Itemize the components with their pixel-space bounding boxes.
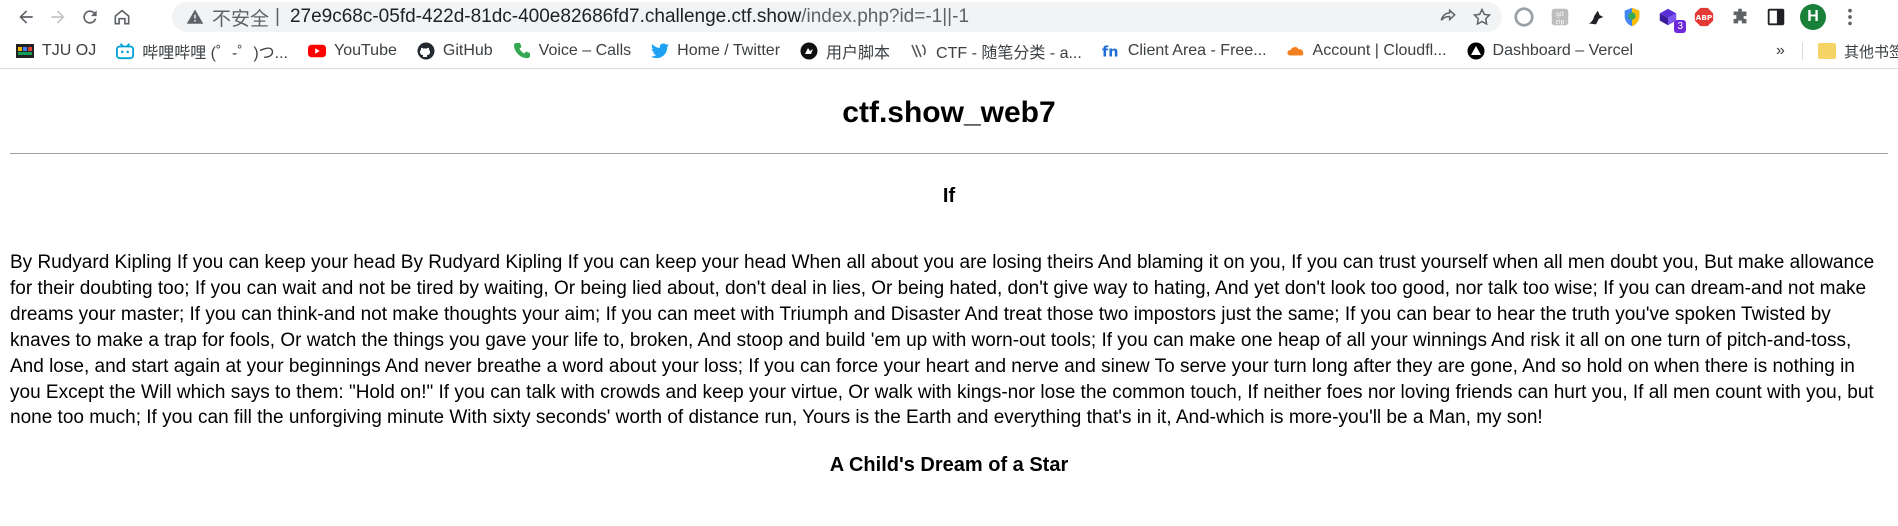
forward-button[interactable] bbox=[42, 1, 74, 33]
github-icon bbox=[417, 42, 435, 60]
arrow-left-icon bbox=[19, 10, 33, 24]
bookmark-label: Voice – Calls bbox=[538, 42, 632, 59]
extension-badge: 3 bbox=[1674, 20, 1686, 33]
kebab-menu-icon[interactable] bbox=[1838, 5, 1862, 29]
bookmark-label: Client Area - Free... bbox=[1127, 42, 1267, 59]
next-article-title: A Child's Dream of a Star bbox=[829, 454, 1069, 477]
chrome-circle-icon[interactable] bbox=[1512, 5, 1536, 29]
bookmark-client-area[interactable]: fn Client Area - Free... bbox=[1102, 42, 1267, 60]
bookmarks-bar: TJU OJ 哔哩哔哩 (゜-゜)つ... YouTube GitHub Voi… bbox=[0, 34, 1898, 69]
cnblogs-icon bbox=[910, 42, 928, 60]
home-icon bbox=[114, 9, 130, 25]
page-content: ctf.show_web7 If By Rudyard Kipling If y… bbox=[0, 69, 1898, 477]
bookmark-tju-oj[interactable]: TJU OJ bbox=[16, 42, 96, 60]
article-title: If bbox=[942, 185, 956, 207]
url-path: /index.php?id=-1||-1 bbox=[801, 6, 970, 27]
bookmark-other-folder[interactable]: 其他书签 bbox=[1818, 34, 1898, 68]
address-bar[interactable]: 不安全 | 27e9c68c-05fd-422d-81dc-400e82686f… bbox=[172, 2, 1502, 32]
bookmark-label: Home / Twitter bbox=[677, 42, 781, 59]
bookmark-label: Dashboard – Vercel bbox=[1492, 42, 1634, 59]
bookmark-vercel[interactable]: Dashboard – Vercel bbox=[1467, 42, 1634, 60]
vercel-icon bbox=[1467, 42, 1485, 60]
twitter-icon bbox=[651, 42, 670, 60]
reload-icon bbox=[83, 10, 97, 24]
profile-avatar[interactable]: H bbox=[1800, 4, 1826, 30]
bookmark-label: YouTube bbox=[334, 42, 397, 59]
warning-triangle-icon bbox=[186, 8, 204, 26]
reload-button[interactable] bbox=[74, 1, 106, 33]
extensions-puzzle-icon[interactable] bbox=[1728, 5, 1752, 29]
fn-icon: fn bbox=[1102, 42, 1120, 60]
back-button[interactable] bbox=[10, 1, 42, 33]
title-divider bbox=[10, 153, 1888, 154]
bookmark-bilibili[interactable]: 哔哩哔哩 (゜-゜)つ... bbox=[116, 39, 288, 63]
bookmark-label: TJU OJ bbox=[42, 42, 97, 59]
bookmark-cloudflare[interactable]: Account | Cloudfl... bbox=[1286, 42, 1447, 60]
folder-icon bbox=[1818, 43, 1836, 59]
bookmark-userscripts[interactable]: 用户脚本 bbox=[800, 39, 890, 63]
browser-toolbar: 不安全 | 27e9c68c-05fd-422d-81dc-400e82686f… bbox=[0, 0, 1898, 34]
gitzip-icon[interactable]: git zip bbox=[1548, 5, 1572, 29]
extensions-area: git zip 3 ABP H bbox=[1512, 2, 1862, 33]
svg-text:ABP: ABP bbox=[1696, 13, 1713, 22]
security-separator: | bbox=[275, 6, 280, 27]
bookmark-label: Account | Cloudfl... bbox=[1312, 42, 1447, 59]
url-text[interactable]: 27e9c68c-05fd-422d-81dc-400e82686fd7.cha… bbox=[290, 6, 969, 28]
security-label[interactable]: 不安全 bbox=[212, 4, 269, 31]
page-title: ctf.show_web7 bbox=[842, 96, 1056, 129]
bookmarks-divider bbox=[1802, 42, 1803, 60]
bookmark-label: CTF - 随笔分类 - a... bbox=[936, 45, 1082, 62]
youtube-icon bbox=[308, 42, 326, 60]
share-icon[interactable] bbox=[1438, 7, 1458, 27]
bookmark-twitter[interactable]: Home / Twitter bbox=[651, 42, 780, 60]
tampermonkey-bird-icon[interactable] bbox=[1584, 5, 1608, 29]
star-bookmark-icon[interactable] bbox=[1472, 7, 1492, 27]
bookmark-label: GitHub bbox=[442, 42, 493, 59]
home-button[interactable] bbox=[106, 1, 138, 33]
phone-icon bbox=[513, 42, 531, 60]
tju-icon bbox=[16, 42, 34, 60]
url-host: 27e9c68c-05fd-422d-81dc-400e82686fd7.cha… bbox=[289, 6, 802, 27]
bookmark-ctf-cnblogs[interactable]: CTF - 随笔分类 - a... bbox=[910, 39, 1082, 63]
article-body: By Rudyard Kipling If you can keep your … bbox=[10, 252, 1875, 429]
puzzle-cube-icon[interactable]: 3 bbox=[1656, 5, 1686, 33]
side-panel-icon[interactable] bbox=[1764, 5, 1788, 29]
svg-text:fn: fn bbox=[1102, 44, 1119, 59]
bookmarks-overflow-chevron-icon[interactable]: » bbox=[1776, 42, 1785, 60]
bookmark-other-label: 其他书签 bbox=[1844, 43, 1898, 61]
bookmark-voice-calls[interactable]: Voice – Calls bbox=[513, 42, 632, 60]
shield-icon[interactable] bbox=[1620, 5, 1644, 29]
bookmark-label: 哔哩哔哩 (゜-゜)つ... bbox=[142, 45, 288, 62]
arrow-right-icon bbox=[51, 10, 65, 24]
bookmark-github[interactable]: GitHub bbox=[417, 42, 493, 60]
cloudflare-icon bbox=[1286, 42, 1305, 60]
svg-text:zip: zip bbox=[1555, 17, 1564, 25]
bilibili-icon bbox=[116, 42, 135, 60]
bookmark-label: 用户脚本 bbox=[826, 45, 891, 62]
userscript-icon bbox=[800, 42, 818, 60]
adblock-icon[interactable]: ABP bbox=[1692, 5, 1716, 29]
bookmark-youtube[interactable]: YouTube bbox=[308, 42, 397, 60]
